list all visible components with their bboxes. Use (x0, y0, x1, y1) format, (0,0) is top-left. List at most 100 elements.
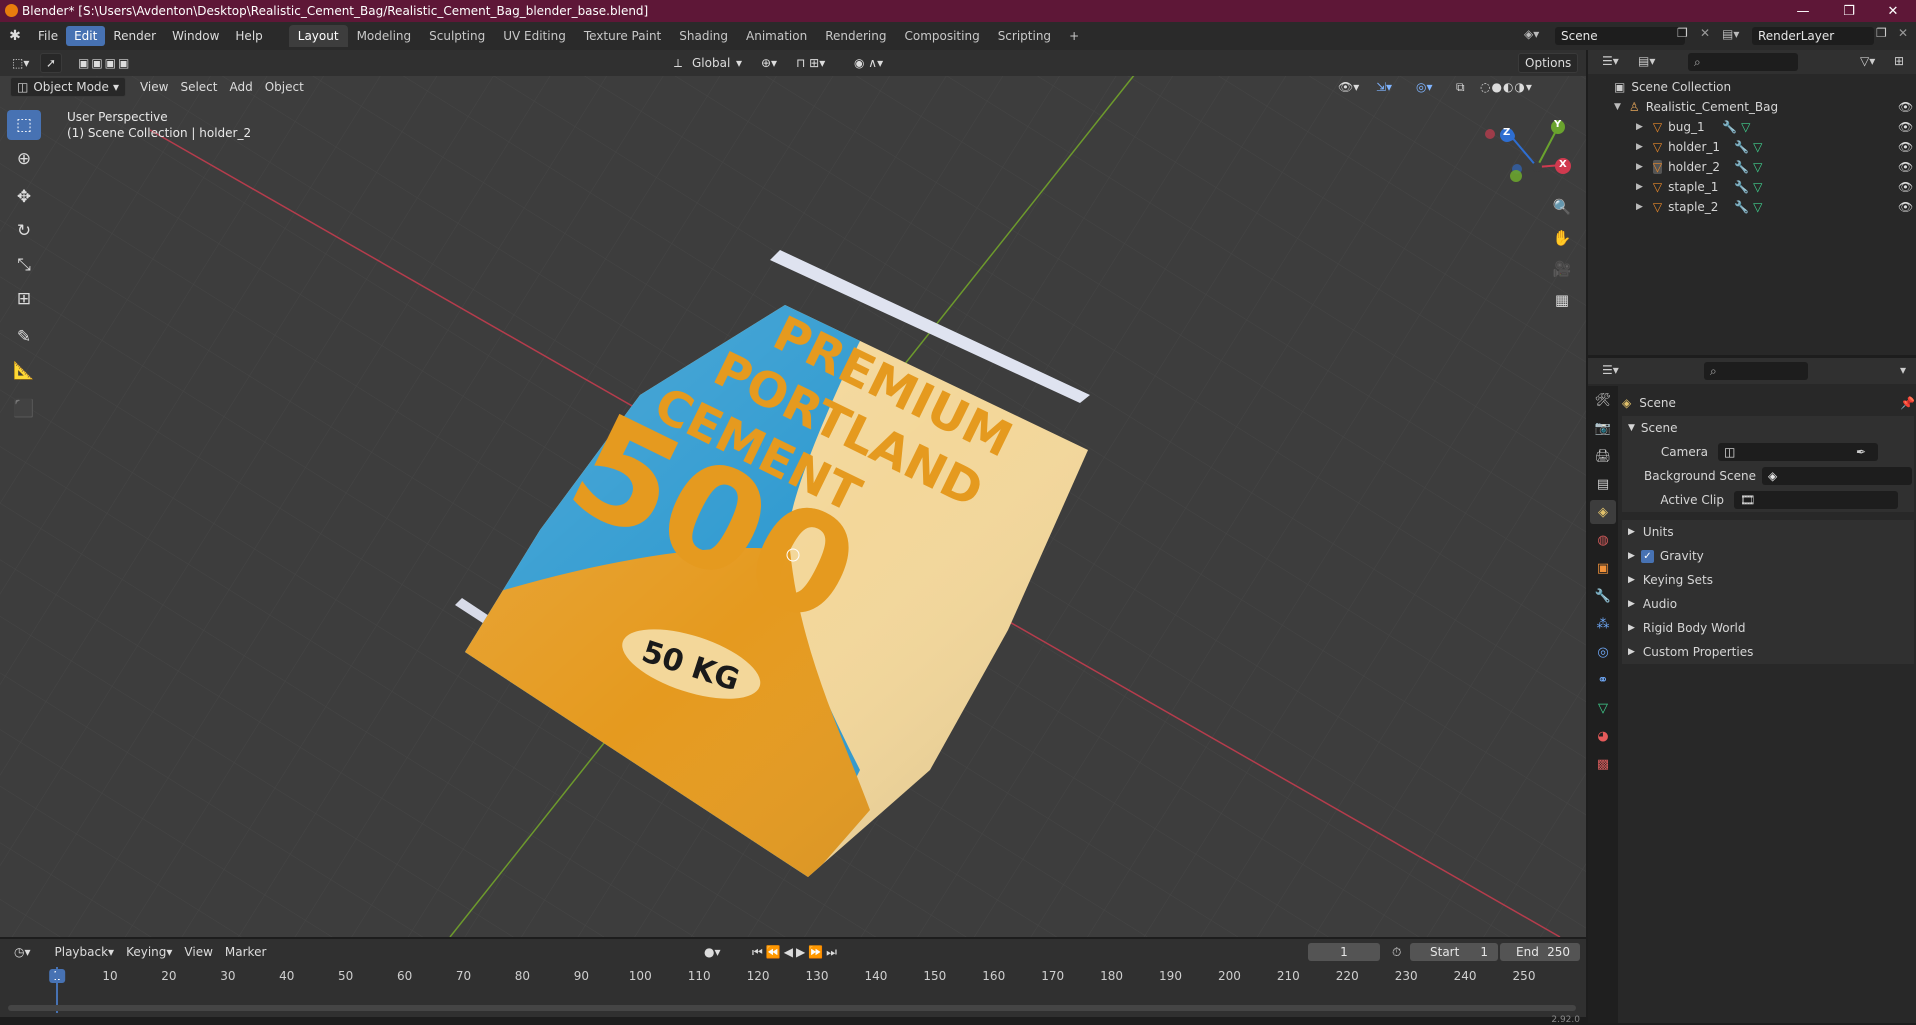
outliner-object-row[interactable]: ▶ ▽ holder_2 🔧 ▽ 👁 (1588, 157, 1916, 177)
transform-icon[interactable]: ⊞ (7, 284, 41, 314)
custom-properties-subpanel[interactable]: ▶ Custom Properties (1622, 640, 1914, 664)
filter-icon[interactable]: ▽▾ (1860, 54, 1875, 68)
view-layer-selector-icon[interactable]: ▤▾ (1722, 27, 1739, 41)
visibility-eye-icon[interactable]: 👁 (1898, 100, 1913, 114)
menu-render[interactable]: Render (105, 26, 164, 46)
modifier-wrench-icon[interactable]: 🔧 (1734, 140, 1749, 154)
outliner-search-input[interactable]: ⌕ (1688, 53, 1798, 71)
outliner-object-row[interactable]: ▶ ▽ staple_2 🔧 ▽ 👁 (1588, 197, 1916, 217)
selection-mode-icons[interactable]: ▣▣▣▣ (72, 53, 137, 73)
tab-sculpting[interactable]: Sculpting (420, 25, 494, 47)
mesh-data-icon[interactable]: ▽ (1741, 120, 1750, 134)
tab-scripting[interactable]: Scripting (989, 25, 1060, 47)
tab-texture-paint[interactable]: Texture Paint (575, 25, 670, 47)
active-clip-field[interactable]: 🎞 (1734, 491, 1898, 509)
data-tab-icon[interactable]: ▽ (1590, 696, 1616, 720)
gravity-subpanel[interactable]: ▶ ✓ Gravity (1622, 544, 1914, 568)
chevron-down-icon[interactable]: ▾ (1900, 363, 1906, 377)
visibility-eye-icon[interactable]: 👁 (1898, 120, 1913, 134)
3d-viewport[interactable]: PREMIUM PORTLAND CEMENT 500 50 KG Z Y X … (0, 50, 1586, 937)
material-tab-icon[interactable]: ◕ (1590, 724, 1616, 748)
scene-name-field[interactable]: Scene (1555, 27, 1685, 45)
modifier-wrench-icon[interactable]: 🔧 (1734, 180, 1749, 194)
tab-modeling[interactable]: Modeling (348, 25, 421, 47)
shading-mode-icons[interactable]: ◌●◐◑▾ (1474, 77, 1539, 97)
annotate-icon[interactable]: ✎ (7, 322, 41, 352)
delete-view-layer-icon[interactable]: ✕ (1898, 26, 1908, 40)
mesh-data-icon[interactable]: ▽ (1753, 200, 1762, 214)
expand-arrow-icon[interactable]: ▶ (1628, 599, 1635, 609)
constraints-tab-icon[interactable]: ⚭ (1590, 668, 1616, 692)
tab-layout[interactable]: Layout (288, 25, 348, 47)
delete-scene-icon[interactable]: ✕ (1700, 26, 1710, 40)
gravity-checkbox[interactable]: ✓ (1640, 549, 1654, 563)
keying-sets-subpanel[interactable]: ▶ Keying Sets (1622, 568, 1914, 592)
units-subpanel[interactable]: ▶ Units (1622, 520, 1914, 544)
add-cube-icon[interactable]: ⬛ (7, 394, 41, 424)
pan-hand-icon[interactable]: ✋ (1550, 223, 1574, 254)
expand-arrow-icon[interactable]: ▶ (1628, 575, 1635, 585)
visibility-eye-icon[interactable]: 👁 (1898, 200, 1913, 214)
menu-add[interactable]: Add (223, 77, 258, 97)
expand-arrow-icon[interactable]: ▶ (1628, 527, 1635, 537)
expand-arrow-icon[interactable]: ▶ (1628, 551, 1635, 561)
select-box-icon[interactable]: ⬚ (7, 110, 41, 140)
modifier-wrench-icon[interactable]: 🔧 (1734, 160, 1749, 174)
visibility-eye-icon[interactable]: 👁 (1898, 180, 1913, 194)
audio-subpanel[interactable]: ▶ Audio (1622, 592, 1914, 616)
render-tab-icon[interactable]: 📷 (1590, 416, 1616, 440)
scale-icon[interactable]: ⤡ (7, 250, 41, 280)
minimize-button[interactable]: — (1780, 0, 1826, 22)
close-window-button[interactable]: ✕ (1870, 0, 1916, 22)
blender-menu-icon[interactable]: ✱ (0, 28, 30, 44)
measure-icon[interactable]: 📐 (7, 356, 41, 386)
new-collection-icon[interactable]: ⊞ (1894, 54, 1904, 68)
expand-arrow-icon[interactable]: ▶ (1636, 142, 1643, 152)
texture-tab-icon[interactable]: ▩ (1590, 752, 1616, 776)
physics-tab-icon[interactable]: ◎ (1590, 640, 1616, 664)
modifier-wrench-icon[interactable]: 🔧 (1722, 120, 1737, 134)
object-mode-select[interactable]: ◫ Object Mode ▾ (10, 77, 126, 97)
output-tab-icon[interactable]: 🖨 (1590, 444, 1616, 468)
new-scene-icon[interactable]: ❐ (1677, 26, 1688, 40)
menu-view[interactable]: View (134, 77, 174, 97)
tool-tab-icon[interactable]: 🛠 (1590, 388, 1616, 412)
cursor-icon[interactable]: ⊕ (7, 144, 41, 174)
expand-arrow-icon[interactable]: ▶ (1636, 162, 1643, 172)
transform-orientation-select[interactable]: Global (686, 53, 736, 73)
rotate-icon[interactable]: ↻ (7, 216, 41, 246)
camera-field[interactable]: ◫ (1718, 443, 1878, 461)
mesh-data-icon[interactable]: ▽ (1753, 160, 1762, 174)
grid-view-icon[interactable]: ▦ (1550, 285, 1574, 316)
mesh-data-icon[interactable]: ▽ (1753, 140, 1762, 154)
camera-view-icon[interactable]: 🎥 (1550, 254, 1574, 285)
scene-selector-icon[interactable]: ◈▾ (1524, 27, 1539, 41)
outliner-editor-icon[interactable]: ☰▾ (1602, 54, 1619, 68)
orientation-dropdown-icon[interactable]: ▾ (730, 53, 748, 73)
orientation-icon[interactable]: ⟂ (668, 53, 688, 73)
menu-edit[interactable]: Edit (66, 26, 106, 46)
outliner-collection-row[interactable]: ▼ ♙ Realistic_Cement_Bag 👁 (1588, 97, 1916, 117)
maximize-button[interactable]: ❐ (1826, 0, 1872, 22)
pin-icon[interactable]: 📌 (1900, 396, 1915, 410)
tab-uv-editing[interactable]: UV Editing (494, 25, 575, 47)
timeline-scrollbar[interactable] (8, 1005, 1576, 1011)
eyedropper-icon[interactable]: ✒ (1856, 445, 1866, 459)
scene-tab-icon[interactable]: ◈ (1590, 500, 1616, 524)
outliner-scene-collection[interactable]: ▣ Scene Collection (1588, 77, 1916, 97)
overlays-toggle-icon[interactable]: ◎▾ (1410, 77, 1439, 97)
object-tab-icon[interactable]: ▣ (1590, 556, 1616, 580)
viewport-scene[interactable]: PREMIUM PORTLAND CEMENT 500 50 KG (0, 50, 1586, 937)
view-layer-tab-icon[interactable]: ▤ (1590, 472, 1616, 496)
editor-type-icon[interactable]: ⬚▾ (6, 53, 40, 73)
tab-rendering[interactable]: Rendering (816, 25, 895, 47)
zoom-icon[interactable]: 🔍 (1550, 192, 1574, 223)
menu-file[interactable]: File (30, 26, 66, 46)
modifier-wrench-icon[interactable]: 🔧 (1734, 200, 1749, 214)
rigid-body-world-subpanel[interactable]: ▶ Rigid Body World (1622, 616, 1914, 640)
add-workspace-button[interactable]: + (1060, 25, 1088, 47)
properties-editor-icon[interactable]: ☰▾ (1602, 363, 1619, 377)
new-view-layer-icon[interactable]: ❐ (1876, 26, 1887, 40)
background-scene-field[interactable]: ◈ (1762, 467, 1912, 485)
visibility-eye-icon[interactable]: 👁 (1898, 160, 1913, 174)
